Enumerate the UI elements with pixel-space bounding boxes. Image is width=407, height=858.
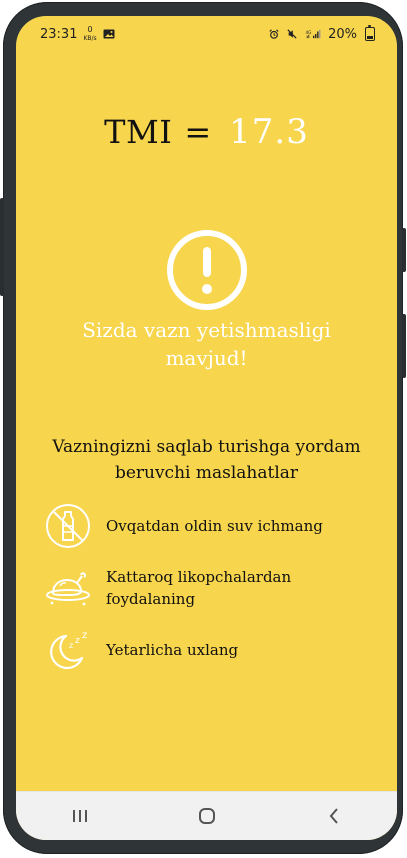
back-icon <box>329 808 338 824</box>
recent-apps-button[interactable] <box>56 800 104 832</box>
mute-icon <box>287 29 297 39</box>
no-water-bottle-icon <box>46 504 90 548</box>
back-button[interactable] <box>310 800 358 832</box>
status-bar: 23:31 0 KB/s 4G 20% <box>16 16 397 52</box>
status-time: 23:31 <box>40 26 78 42</box>
recent-apps-icon <box>72 810 87 822</box>
tip-item: Ovqatdan oldin suv ichmang <box>44 502 374 550</box>
tmi-value: 17.3 <box>229 112 309 152</box>
home-button[interactable] <box>183 800 231 832</box>
network-speed: 0 KB/s <box>83 24 97 42</box>
tip-item: Kattaroq likopchalardan foydalaning <box>44 564 374 612</box>
svg-text:z: z <box>69 641 73 650</box>
tmi-title: TMI = 17.3 <box>16 112 397 152</box>
tip-text: Yetarlicha uxlang <box>106 641 239 659</box>
alert-message: Sizda vazn yetishmasligi mavjud! <box>82 318 331 370</box>
status-left: 23:31 0 KB/s <box>40 24 115 43</box>
moon-sleep-icon: z z z <box>50 630 87 670</box>
home-icon <box>198 808 215 824</box>
exclamation-circle-icon <box>166 230 247 310</box>
tip-text: Ovqatdan oldin suv ichmang <box>106 517 323 535</box>
tips-heading: Vazningizni saqlab turishga yordam beruv… <box>52 437 361 483</box>
tips-list: Ovqatdan oldin suv ichmang Kattaroq liko… <box>44 502 374 688</box>
phone-frame: 23:31 0 KB/s 4G 20% TMI = 17.3 Sizda vaz… <box>0 2 406 854</box>
tmi-equals: = <box>184 113 212 151</box>
svg-text:4G: 4G <box>306 30 312 35</box>
alert-icon-wrap <box>16 228 397 312</box>
alarm-icon <box>269 29 279 39</box>
status-right: 4G 20% <box>268 25 375 42</box>
gallery-icon <box>103 29 115 39</box>
power-button <box>402 228 406 272</box>
signal-4g-icon: 4G <box>306 29 321 39</box>
tip-text: Kattaroq likopchalardan foydalaning <box>106 568 292 608</box>
battery-icon <box>365 25 375 41</box>
battery-percent: 20% <box>328 26 357 42</box>
bixby-button <box>402 314 406 378</box>
system-nav-bar <box>16 791 397 840</box>
svg-text:z: z <box>75 636 80 646</box>
tip-item: z z z Yetarlicha uxlang <box>44 626 374 674</box>
volume-button <box>0 198 4 296</box>
roast-chicken-plate-icon <box>46 572 90 606</box>
svg-text:z: z <box>82 630 87 641</box>
app-screen: 23:31 0 KB/s 4G 20% TMI = 17.3 Sizda vaz… <box>16 16 397 840</box>
tmi-label: TMI <box>104 113 173 151</box>
